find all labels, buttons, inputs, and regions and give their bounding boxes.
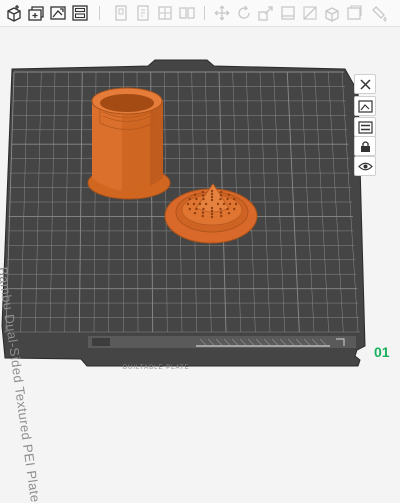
lid-hole	[188, 197, 191, 201]
lid-hole	[219, 194, 223, 197]
plate-settings-icon	[357, 162, 373, 170]
lid-hole	[219, 207, 222, 211]
lid-hole	[192, 202, 196, 206]
top-toolbar	[0, 0, 400, 27]
toolbar-separator	[99, 6, 100, 20]
lid-hole	[202, 207, 205, 211]
lid-hole	[227, 193, 231, 196]
lid-hole	[201, 214, 204, 218]
lid-hole	[228, 202, 232, 206]
copy-icon[interactable]	[111, 3, 131, 23]
plate-strip-logo	[92, 338, 110, 346]
lid-hole	[210, 215, 214, 219]
lid-hole	[210, 212, 214, 216]
split-to-parts-icon[interactable]	[177, 3, 197, 23]
3d-viewport[interactable]: Bambu Dual-Sided Textured PEI Plate BUIL…	[0, 26, 400, 503]
lid-hole	[234, 202, 238, 206]
lid-hole	[210, 206, 214, 210]
color-paint-icon[interactable]	[370, 3, 390, 23]
lid-hole	[210, 192, 214, 196]
close-plate-button[interactable]	[354, 74, 376, 94]
lid-hole	[201, 194, 205, 197]
add-plate-icon[interactable]	[26, 3, 46, 23]
lid-hole	[193, 193, 197, 196]
paste-icon[interactable]	[133, 3, 153, 23]
lid-hole	[226, 207, 229, 211]
lid-hole	[188, 207, 191, 211]
lid-hole	[210, 209, 214, 213]
lid-hole	[210, 195, 214, 199]
lid-hole	[219, 197, 222, 201]
lid-hole	[186, 202, 190, 206]
lid-hole	[204, 202, 208, 206]
lid-hole	[226, 197, 229, 201]
lid-hole	[233, 207, 236, 211]
lock-plate-icon	[360, 140, 370, 152]
lid-hole	[227, 212, 231, 215]
plate-strip-text: BUILTABLE PLATE	[123, 365, 190, 371]
auto-orient-icon[interactable]	[48, 3, 68, 23]
lid-hole	[193, 212, 197, 215]
arrange-plate-icon	[357, 120, 373, 134]
lid-hole	[220, 190, 223, 194]
plate-scene	[1, 59, 366, 367]
cut-icon[interactable]	[300, 3, 320, 23]
lay-on-face-icon[interactable]	[278, 3, 298, 23]
auto-orient-plate-icon	[357, 99, 373, 113]
close-plate-icon	[359, 78, 371, 90]
lid-hole	[195, 207, 198, 211]
rotate-icon[interactable]	[234, 3, 254, 23]
lid-hole	[201, 190, 204, 194]
lid-hole	[195, 197, 198, 201]
lid-hole	[202, 197, 205, 201]
auto-orient-plate-button[interactable]	[354, 96, 376, 116]
lid-hole	[220, 214, 223, 218]
arrange-icon[interactable]	[70, 3, 90, 23]
move-icon[interactable]	[212, 3, 232, 23]
lid-hole	[219, 211, 223, 214]
lid-hole	[216, 202, 220, 206]
lid-hole	[201, 211, 205, 214]
arrange-plate-button[interactable]	[354, 117, 376, 137]
lid-hole	[198, 202, 202, 206]
lid-hole	[233, 197, 236, 201]
scale-icon[interactable]	[256, 3, 276, 23]
lid-hole	[222, 202, 226, 206]
plate-number: 01	[374, 344, 390, 360]
add-icon[interactable]	[4, 3, 24, 23]
lid-hole	[210, 189, 214, 193]
seam-paint-icon[interactable]	[344, 3, 364, 23]
container-model[interactable]	[87, 87, 171, 200]
support-paint-icon[interactable]	[322, 3, 342, 23]
lock-plate-button[interactable]	[354, 136, 376, 156]
toolbar-separator	[204, 6, 205, 20]
split-to-objects-icon[interactable]	[155, 3, 175, 23]
lid-hole	[210, 198, 214, 202]
plate-settings-button[interactable]	[354, 156, 376, 176]
